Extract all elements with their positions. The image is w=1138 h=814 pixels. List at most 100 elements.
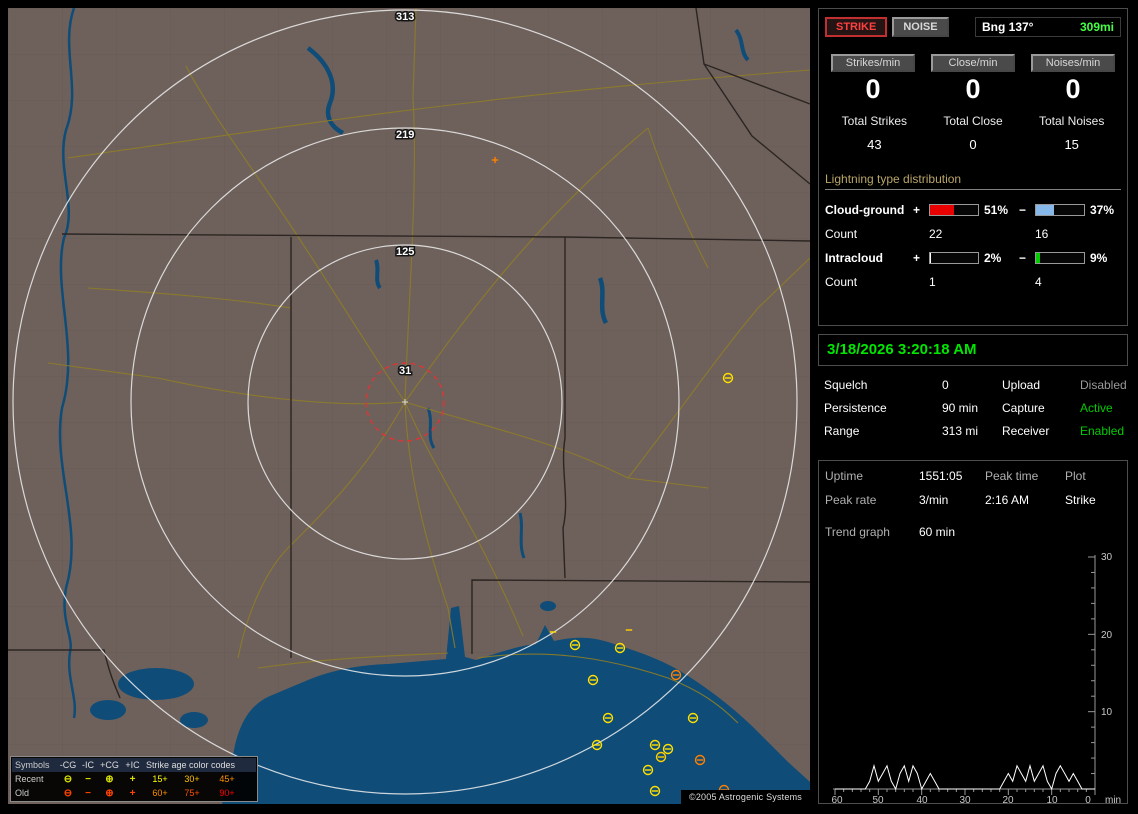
plot-label: Plot <box>1065 469 1086 483</box>
age-60: 60+ <box>152 787 168 798</box>
strikes-per-min-value: 0 <box>865 74 881 104</box>
legend-col-ic-neg: -IC <box>82 759 94 770</box>
cloud-ground-label: Cloud-ground <box>825 203 905 217</box>
peak-rate-label: Peak rate <box>825 493 877 507</box>
cg-positive-count: 22 <box>929 227 943 241</box>
peak-time-label: Peak time <box>985 469 1039 483</box>
noise-toggle-button[interactable]: NOISE <box>892 17 949 37</box>
age-45: 45+ <box>219 773 235 784</box>
bearing-readout: Bng 137° 309mi <box>975 17 1121 37</box>
ic-count-label: Count <box>825 275 858 289</box>
trend-graph: 30 20 10 60 50 40 30 20 10 0 min <box>831 552 1121 806</box>
age-75: 75+ <box>184 787 200 798</box>
close-per-min-value: 0 <box>965 74 981 104</box>
close-per-min-button[interactable]: Close/min <box>931 54 1015 72</box>
age-90: 90+ <box>219 787 235 798</box>
legend-col-cg-neg: -CG <box>59 759 77 770</box>
ring-label-125: 125 <box>396 246 414 258</box>
x-axis-unit: min <box>1105 795 1121 806</box>
ic-pos-recent-icon: + <box>129 773 136 785</box>
ic-neg-old-icon: − <box>85 787 91 799</box>
map-legend: Symbols -CG -IC +CG +IC Strike age color… <box>10 756 258 802</box>
lightning-type-distribution: Lightning type distribution Cloud-ground… <box>825 172 1121 294</box>
receiver-status: Enabled <box>1080 424 1125 438</box>
noises-per-min-button[interactable]: Noises/min <box>1031 54 1115 72</box>
total-noises-value: 15 <box>1064 137 1079 152</box>
settings-readout: Squelch 0 Upload Disabled Persistence 90… <box>818 374 1130 442</box>
counts-box: STRIKE NOISE Bng 137° 309mi Strikes/min … <box>818 8 1128 326</box>
upload-label: Upload <box>1002 378 1041 392</box>
trend-graph-window: 60 min <box>919 525 956 539</box>
ic-neg-recent-icon: − <box>85 773 91 785</box>
range-value: 313 mi <box>942 424 979 438</box>
ic-positive-pct: 2% <box>984 251 1002 265</box>
svg-text:30: 30 <box>1101 552 1113 563</box>
noises-per-min-value: 0 <box>1065 74 1081 104</box>
cg-neg-recent-icon: ⊖ <box>63 773 73 785</box>
cg-neg-old-icon: ⊖ <box>63 787 73 799</box>
uptime-value: 1551:05 <box>919 469 963 483</box>
date-time: 3/18/2026 3:20:18 AM <box>827 341 977 358</box>
trend-graph-label: Trend graph <box>825 525 890 539</box>
upload-status: Disabled <box>1080 378 1127 392</box>
strikes-per-min-button[interactable]: Strikes/min <box>831 54 915 72</box>
svg-text:30: 30 <box>959 795 971 806</box>
peak-time-value: 2:16 AM <box>985 493 1030 507</box>
status-panel: STRIKE NOISE Bng 137° 309mi Strikes/min … <box>818 8 1130 806</box>
trend-box: Uptime 1551:05 Peak time Plot Peak rate … <box>818 460 1128 806</box>
uptime-label: Uptime <box>825 469 864 483</box>
total-strikes-value: 43 <box>867 137 882 152</box>
distance-value: 309mi <box>1079 20 1114 34</box>
age-15: 15+ <box>152 773 168 784</box>
stormtracker-app: { "colors": {"clock": "#00e600", "active… <box>0 0 1138 812</box>
lightning-map[interactable]: 313 219 125 31 Symbols -CG -IC +CG +IC S… <box>8 8 810 804</box>
ic-negative-pct: 9% <box>1090 251 1108 265</box>
legend-old-label: Old <box>15 787 30 798</box>
legend-col-ic-pos: +IC <box>125 759 140 770</box>
y-axis-labels: 30 20 10 <box>1101 552 1113 718</box>
legend-symbols-header: Symbols <box>15 759 50 770</box>
clock-box: 3/18/2026 3:20:18 AM <box>818 334 1128 366</box>
map-canvas: 313 219 125 31 <box>8 8 810 804</box>
bearing-value: Bng 137° <box>982 20 1034 34</box>
axis-ticks <box>834 556 1096 795</box>
strike-rate-trace <box>835 763 1095 791</box>
cg-pos-recent-icon: ⊕ <box>105 773 114 785</box>
ring-label-219: 219 <box>396 129 414 141</box>
ic-negative-bar <box>1035 252 1085 264</box>
ring-label-313: 313 <box>396 11 414 23</box>
persistence-label: Persistence <box>824 401 887 415</box>
range-label: Range <box>824 424 860 438</box>
squelch-value: 0 <box>942 378 949 392</box>
total-close-value: 0 <box>969 137 977 152</box>
ic-pos-old-icon: + <box>129 787 136 799</box>
age-30: 30+ <box>184 773 200 784</box>
svg-text:60: 60 <box>831 795 843 806</box>
ic-positive-count: 1 <box>929 275 936 289</box>
svg-text:50: 50 <box>872 795 884 806</box>
cg-positive-pct: 51% <box>984 203 1009 217</box>
svg-text:40: 40 <box>916 795 928 806</box>
cg-negative-bar <box>1035 204 1085 216</box>
persistence-value: 90 min <box>942 401 979 415</box>
cg-negative-pct: 37% <box>1090 203 1115 217</box>
distribution-title: Lightning type distribution <box>825 172 1121 190</box>
total-strikes-label: Total Strikes <box>841 114 908 128</box>
ring-label-31: 31 <box>399 365 411 377</box>
total-close-label: Total Close <box>943 114 1003 128</box>
svg-text:0: 0 <box>1085 795 1091 806</box>
svg-text:10: 10 <box>1101 707 1113 718</box>
squelch-label: Squelch <box>824 378 868 392</box>
ic-negative-count: 4 <box>1035 275 1042 289</box>
capture-status: Active <box>1080 401 1113 415</box>
cg-positive-bar <box>929 204 979 216</box>
receiver-label: Receiver <box>1002 424 1050 438</box>
cg-negative-count: 16 <box>1035 227 1049 241</box>
svg-text:10: 10 <box>1046 795 1058 806</box>
total-noises-label: Total Noises <box>1038 114 1105 128</box>
intracloud-label: Intracloud <box>825 251 884 265</box>
strike-toggle-button[interactable]: STRIKE <box>825 17 888 37</box>
copyright-notice: ©2005 Astrogenic Systems <box>681 790 810 804</box>
legend-recent-label: Recent <box>15 773 44 784</box>
cg-pos-old-icon: ⊕ <box>105 787 114 799</box>
